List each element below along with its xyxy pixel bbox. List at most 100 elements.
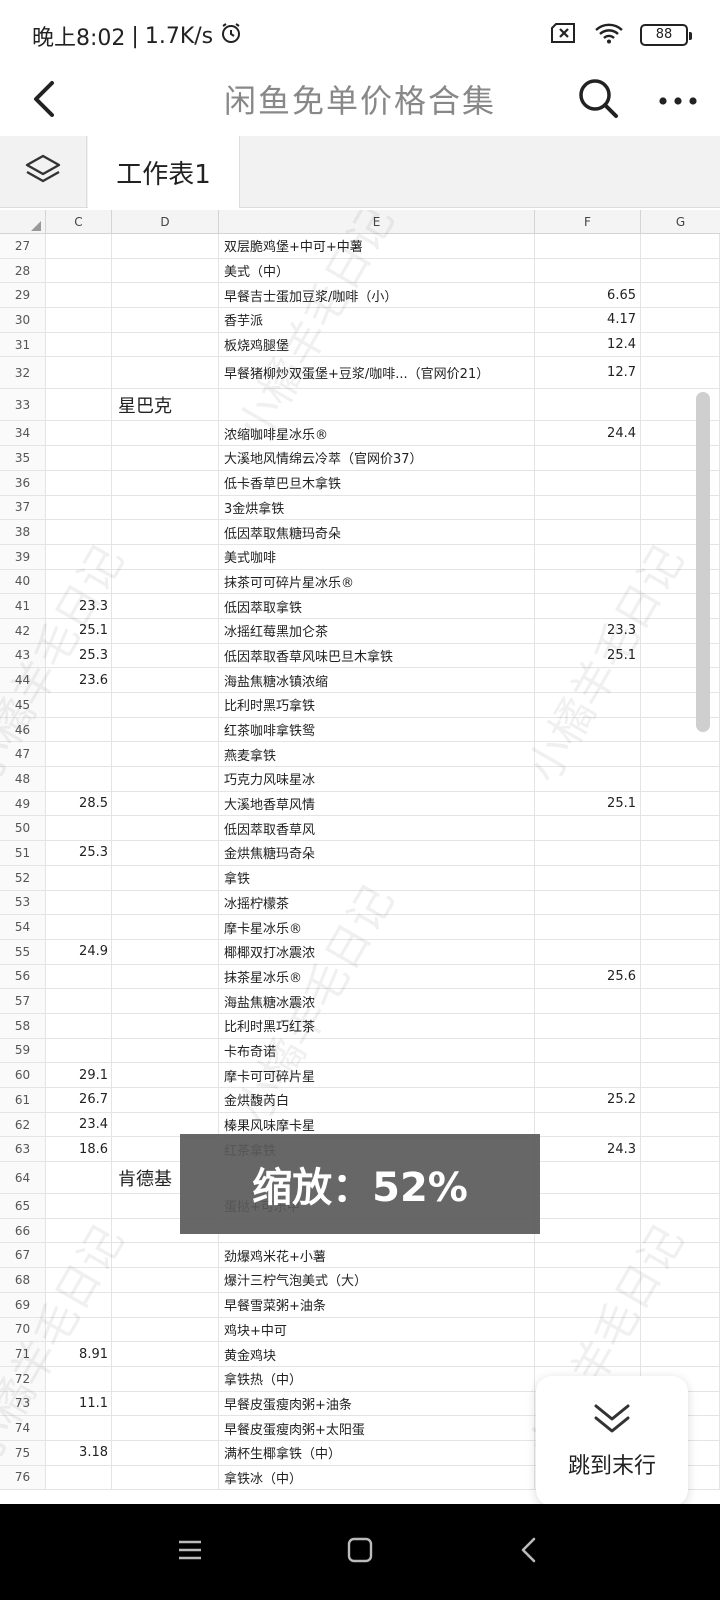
cell-e[interactable] [219, 389, 535, 421]
row-number[interactable]: 41 [0, 594, 46, 618]
cell-g[interactable] [641, 357, 720, 389]
cell-c[interactable]: 11.1 [46, 1391, 112, 1416]
cell-e[interactable]: 3金烘拿铁 [219, 495, 535, 520]
cell-f[interactable] [535, 520, 641, 544]
cell-g[interactable] [641, 308, 720, 332]
cell-g[interactable] [641, 1038, 720, 1063]
cell-g[interactable] [641, 1137, 720, 1162]
cell-f[interactable]: 6.65 [535, 283, 641, 308]
cell-e[interactable]: 拿铁 [219, 865, 535, 890]
row-number[interactable]: 28 [0, 258, 46, 283]
cell-c[interactable] [46, 693, 112, 717]
cell-d[interactable] [112, 742, 219, 767]
row-number[interactable]: 73 [0, 1391, 46, 1416]
row-number[interactable]: 66 [0, 1218, 46, 1243]
cell-c[interactable] [46, 767, 112, 791]
cell-g[interactable] [641, 1243, 720, 1268]
cell-c[interactable] [46, 717, 112, 742]
cell-d[interactable] [112, 283, 219, 308]
cell-d[interactable] [112, 357, 219, 389]
cell-e[interactable]: 金烘焦糖玛奇朵 [219, 841, 535, 865]
cell-c[interactable] [46, 389, 112, 421]
cell-e[interactable]: 爆汁三柠气泡美式（大） [219, 1268, 535, 1292]
cell-d[interactable] [112, 258, 219, 283]
cell-f[interactable]: 25.6 [535, 964, 641, 989]
row-number[interactable]: 44 [0, 668, 46, 692]
cell-e[interactable]: 摩卡可可碎片星 [219, 1063, 535, 1087]
cell-f[interactable] [535, 1243, 641, 1268]
cell-e[interactable]: 海盐焦糖冰镇浓缩 [219, 668, 535, 692]
cell-d[interactable] [112, 717, 219, 742]
row-number[interactable]: 68 [0, 1268, 46, 1292]
row-number[interactable]: 63 [0, 1137, 46, 1162]
cell-g[interactable] [641, 1317, 720, 1342]
row-number[interactable]: 62 [0, 1112, 46, 1137]
row-number[interactable]: 47 [0, 742, 46, 767]
cell-e[interactable]: 早餐皮蛋瘦肉粥+太阳蛋 [219, 1416, 535, 1440]
row-number[interactable]: 38 [0, 520, 46, 544]
cell-d[interactable] [112, 569, 219, 594]
cell-e[interactable]: 冰摇柠檬茶 [219, 890, 535, 915]
cell-g[interactable] [641, 841, 720, 865]
row-number[interactable]: 33 [0, 389, 46, 421]
row-number[interactable]: 54 [0, 915, 46, 939]
cell-c[interactable]: 25.1 [46, 618, 112, 643]
cell-c[interactable] [46, 446, 112, 470]
cell-c[interactable] [46, 1218, 112, 1243]
cell-f[interactable] [535, 767, 641, 791]
cell-c[interactable] [46, 520, 112, 544]
row-number[interactable]: 40 [0, 569, 46, 594]
cell-d[interactable] [112, 618, 219, 643]
cell-c[interactable] [46, 1038, 112, 1063]
cell-d[interactable] [112, 1112, 219, 1137]
cell-g[interactable] [641, 816, 720, 841]
row-number[interactable]: 75 [0, 1440, 46, 1465]
row-number[interactable]: 57 [0, 989, 46, 1013]
cell-e[interactable]: 板烧鸡腿堡 [219, 332, 535, 357]
cell-c[interactable] [46, 989, 112, 1013]
cell-e[interactable]: 早餐猪柳炒双蛋堡+豆浆/咖啡...（官网价21） [219, 357, 535, 389]
cell-e[interactable]: 满杯生椰拿铁（中） [219, 1440, 535, 1465]
row-number[interactable]: 45 [0, 693, 46, 717]
row-number[interactable]: 49 [0, 791, 46, 816]
row-number[interactable]: 51 [0, 841, 46, 865]
row-number[interactable]: 37 [0, 495, 46, 520]
cell-f[interactable]: 4.17 [535, 308, 641, 332]
cell-d[interactable] [112, 234, 219, 258]
column-header-c[interactable]: C [46, 210, 112, 234]
cell-d[interactable] [112, 841, 219, 865]
cell-c[interactable]: 8.91 [46, 1342, 112, 1366]
cell-e[interactable]: 美式（中） [219, 258, 535, 283]
cell-g[interactable] [641, 1162, 720, 1194]
sheet-list-button[interactable] [0, 136, 87, 208]
row-number[interactable]: 64 [0, 1162, 46, 1194]
row-number[interactable]: 76 [0, 1465, 46, 1490]
cell-f[interactable] [535, 470, 641, 495]
cell-f[interactable] [535, 816, 641, 841]
row-number[interactable]: 42 [0, 618, 46, 643]
cell-g[interactable] [641, 915, 720, 939]
cell-f[interactable]: 25.1 [535, 643, 641, 668]
cell-e[interactable]: 低因萃取拿铁 [219, 594, 535, 618]
cell-e[interactable]: 燕麦拿铁 [219, 742, 535, 767]
cell-d[interactable] [112, 668, 219, 692]
cell-c[interactable] [46, 915, 112, 939]
cell-f[interactable]: 23.3 [535, 618, 641, 643]
cell-f[interactable] [535, 234, 641, 258]
cell-c[interactable] [46, 890, 112, 915]
cell-c[interactable] [46, 1194, 112, 1218]
cell-c[interactable]: 25.3 [46, 643, 112, 668]
cell-g[interactable] [641, 767, 720, 791]
cell-f[interactable] [535, 1194, 641, 1218]
cell-c[interactable]: 29.1 [46, 1063, 112, 1087]
nav-home-button[interactable] [330, 1524, 390, 1580]
row-number[interactable]: 27 [0, 234, 46, 258]
cell-f[interactable] [535, 939, 641, 964]
cell-d[interactable] [112, 1416, 219, 1440]
row-number[interactable]: 32 [0, 357, 46, 389]
cell-f[interactable]: 24.4 [535, 421, 641, 446]
cell-g[interactable] [641, 964, 720, 989]
cell-g[interactable] [641, 791, 720, 816]
cell-d[interactable] [112, 1440, 219, 1465]
cell-d[interactable] [112, 939, 219, 964]
